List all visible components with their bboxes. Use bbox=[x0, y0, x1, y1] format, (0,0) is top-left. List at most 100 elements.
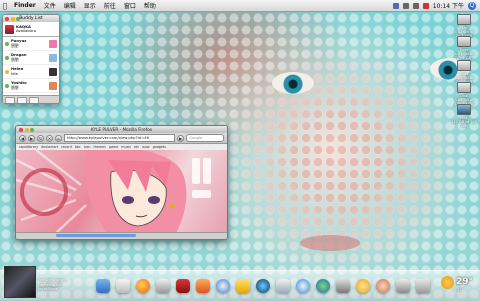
forward-button[interactable]: ▶ bbox=[28, 134, 35, 142]
close-button[interactable] bbox=[19, 127, 23, 132]
bookmark-item[interactable]: bbc bbox=[75, 145, 81, 149]
info-button[interactable] bbox=[29, 97, 39, 103]
buddy-list-toolbar bbox=[3, 95, 59, 103]
earth-icon[interactable] bbox=[316, 279, 330, 293]
menu-edit[interactable]: 编辑 bbox=[60, 1, 80, 10]
ie-icon[interactable] bbox=[336, 279, 350, 293]
home-button[interactable]: ⌂ bbox=[55, 134, 62, 142]
spray-lines bbox=[16, 150, 87, 233]
minimize-button[interactable] bbox=[24, 127, 29, 132]
buddy-row[interactable]: Helen Idle bbox=[3, 65, 59, 79]
drive-info: 147 GB of 185 GB bbox=[451, 120, 477, 128]
input-menu-icon[interactable] bbox=[422, 2, 429, 9]
bookmark-item[interactable]: rapidlibrary bbox=[19, 145, 38, 149]
stop-button[interactable]: ✕ bbox=[46, 134, 53, 142]
buddy-status: 朋朋 bbox=[11, 84, 19, 90]
bookmark-item[interactable]: wow bbox=[142, 145, 149, 149]
bell-icon[interactable] bbox=[396, 279, 410, 293]
anime-illustration bbox=[16, 150, 211, 233]
mac-icon[interactable] bbox=[156, 279, 170, 293]
chat-icon[interactable] bbox=[236, 279, 250, 293]
bookmark-item[interactable]: gadgets bbox=[153, 145, 166, 149]
chat-button[interactable] bbox=[17, 97, 27, 103]
online-icon bbox=[5, 83, 9, 88]
desktop-drive[interactable]: Tiger 4.42 GB of 10.1 GB bbox=[451, 36, 477, 60]
desktop-drive[interactable]: Disk 3.68 GB of 148.47 GB bbox=[451, 82, 477, 106]
buddy-row[interactable]: Yoshita 朋朋 bbox=[3, 79, 59, 93]
desktop-drive[interactable]: Disk 147 GB of 185 GB bbox=[451, 104, 477, 128]
buddy-avatar bbox=[49, 81, 57, 90]
go-button[interactable]: ▶ bbox=[177, 134, 184, 142]
firefox-icon[interactable] bbox=[136, 279, 150, 293]
idle-icon bbox=[5, 69, 9, 74]
buddy-row[interactable]: Dragon 朋朋 bbox=[3, 51, 59, 65]
buddy-list: Ponyuz朋朋 Dragon朋朋 HelenIdle Yoshita朋朋 go… bbox=[3, 37, 59, 103]
wifi-icon[interactable] bbox=[402, 2, 409, 9]
status-bar bbox=[16, 232, 227, 239]
my-avatar bbox=[5, 24, 14, 34]
window-icon[interactable] bbox=[196, 279, 210, 293]
hard-drive-icon bbox=[457, 82, 471, 93]
minimize-button[interactable] bbox=[10, 16, 15, 21]
close-button[interactable] bbox=[5, 16, 9, 21]
apple-menu-icon[interactable]:  bbox=[0, 2, 10, 10]
zoom-button[interactable] bbox=[16, 16, 20, 21]
duck-icon[interactable] bbox=[276, 279, 290, 293]
search-field[interactable]: Google bbox=[186, 134, 224, 142]
buddy-row[interactable]: Ponyuz 朋朋 bbox=[3, 37, 59, 51]
face-icon[interactable] bbox=[376, 279, 390, 293]
bookmark-item[interactable]: deviantart bbox=[41, 145, 58, 149]
menu-finder[interactable]: Finder bbox=[10, 2, 40, 9]
volume-icon[interactable] bbox=[412, 2, 419, 9]
hard-drive-icon bbox=[457, 14, 471, 25]
mail-icon[interactable] bbox=[116, 279, 130, 293]
back-button[interactable]: ◀ bbox=[19, 134, 26, 142]
desktop-drive[interactable]: Mac 4.42 GB of 74.52 GB bbox=[451, 14, 477, 38]
sword-icon[interactable] bbox=[176, 279, 190, 293]
add-buddy-button[interactable] bbox=[5, 97, 15, 103]
my-status[interactable]: KAQKA Available ▸ bbox=[3, 22, 59, 37]
bookmark-item[interactable]: themes bbox=[94, 145, 106, 149]
itunes-widget[interactable]: The Great Jonny Orchestra Bel Jonas Maas bbox=[4, 266, 82, 298]
eye-icon[interactable] bbox=[256, 279, 270, 293]
browser-titlebar[interactable]: KYLE PULVER - Mozilla Firefox bbox=[16, 126, 227, 133]
bookmark-item[interactable]: music bbox=[121, 145, 131, 149]
menubar:  Finder 文件 编辑 显示 前往 窗口 帮助 10:14 下午 Q bbox=[0, 0, 480, 12]
my-availability[interactable]: Available ▸ bbox=[16, 28, 36, 34]
menu-view[interactable]: 显示 bbox=[80, 1, 100, 10]
finder-icon[interactable] bbox=[96, 279, 110, 293]
firefox-window: KYLE PULVER - Mozilla Firefox ◀ ▶ ↻ ✕ ⌂ … bbox=[15, 125, 228, 240]
bluetooth-icon[interactable] bbox=[392, 2, 399, 9]
artist-name: Jonas Maas bbox=[38, 287, 58, 291]
menu-file[interactable]: 文件 bbox=[40, 1, 60, 10]
bookmark-item[interactable]: game bbox=[109, 145, 118, 149]
spotlight-icon[interactable]: Q bbox=[468, 1, 476, 10]
bookmark-item[interactable]: record bbox=[61, 145, 72, 149]
browser-title: KYLE PULVER - Mozilla Firefox bbox=[90, 127, 153, 132]
menu-go[interactable]: 前往 bbox=[100, 1, 120, 10]
safari-icon[interactable] bbox=[296, 279, 310, 293]
reload-button[interactable]: ↻ bbox=[37, 134, 44, 142]
weather-widget[interactable]: 29° 32° bbox=[441, 276, 477, 296]
left-eye bbox=[122, 196, 134, 204]
menu-window[interactable]: 窗口 bbox=[120, 1, 140, 10]
pear-icon[interactable] bbox=[216, 279, 230, 293]
bookmark-item[interactable]: etc bbox=[134, 145, 139, 149]
temperature-low: 32° bbox=[457, 288, 464, 292]
buddy-avatar bbox=[49, 53, 57, 62]
desktop-drive[interactable]: Data 5.23 GB of 34.99 GB bbox=[451, 60, 477, 84]
bookmark-item[interactable]: icon bbox=[84, 145, 91, 149]
online-icon bbox=[5, 41, 9, 46]
clock[interactable]: 10:14 下午 bbox=[433, 1, 464, 10]
zoom-button[interactable] bbox=[30, 127, 34, 132]
temperature: 29° bbox=[456, 277, 474, 287]
track-title: The Great Jonny bbox=[38, 278, 67, 282]
trash-icon[interactable] bbox=[416, 279, 430, 293]
buddy-list-titlebar[interactable]: Buddy List bbox=[3, 15, 59, 22]
menu-extras: 10:14 下午 Q bbox=[392, 0, 476, 11]
horizontal-scrollbar[interactable] bbox=[56, 234, 136, 237]
buddy-list-window: Buddy List KAQKA Available ▸ Ponyuz 朋朋 Dra… bbox=[2, 14, 60, 104]
sun-icon[interactable] bbox=[356, 279, 370, 293]
menu-help[interactable]: 帮助 bbox=[140, 1, 160, 10]
url-field[interactable]: http://www.kylepulver.com/view.php?id=46 bbox=[64, 134, 175, 142]
